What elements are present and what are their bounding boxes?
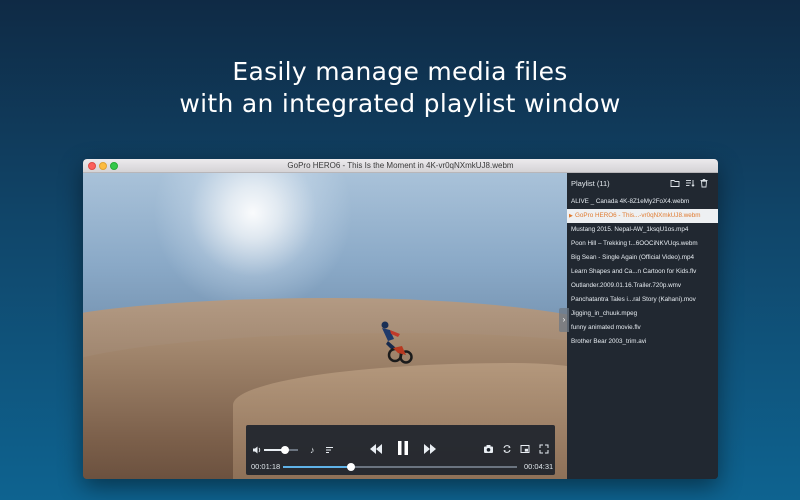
headline-line-2: with an integrated playlist window [179, 89, 621, 118]
playlist-item[interactable]: Learn Shapes and Ca...n Cartoon for Kids… [567, 265, 718, 279]
playlist-item[interactable]: Brother Bear 2003_trim.avi [567, 335, 718, 349]
speaker-icon[interactable] [252, 445, 262, 455]
motocross-rider [381, 321, 413, 364]
playlist-item-label: Learn Shapes and Ca...n Cartoon for Kids… [571, 268, 697, 275]
sort-icon[interactable] [685, 178, 695, 188]
repeat-icon[interactable] [502, 444, 512, 454]
playlist-item-label: Outlander.2009.01.16.Trailer.720p.wmv [571, 282, 682, 289]
video-frame[interactable]: ♪ 00:01:18 00:04:31 [83, 173, 567, 479]
playlist-panel: Playlist (11) ALIVE _ Canada 4K-8Z1eMy2F… [567, 173, 718, 479]
playlist-item[interactable]: funny animated movie.flv [567, 321, 718, 335]
pause-icon[interactable] [397, 440, 409, 456]
playlist-item-label: Jigging_in_chuuk.mpeg [571, 310, 638, 317]
playlist-item[interactable]: Outlander.2009.01.16.Trailer.720p.wmv [567, 279, 718, 293]
playlist-item[interactable]: ALIVE _ Canada 4K-8Z1eMy2FoX4.webm [567, 195, 718, 209]
subtitles-icon[interactable] [325, 445, 334, 455]
trash-icon[interactable] [699, 178, 709, 188]
playlist-item[interactable]: Mustang 2015. Nepal-AW_1ksqU1os.mp4 [567, 223, 718, 237]
current-time: 00:01:18 [251, 462, 281, 471]
playlist-item[interactable]: Panchatantra Tales i...ral Story (Kahani… [567, 293, 718, 307]
remaining-time: 00:04:31 [524, 462, 554, 471]
playlist-title: Playlist (11) [571, 179, 610, 188]
playlist-item[interactable]: Poon Hill – Trekking t...6OOCiNKVUqs.web… [567, 237, 718, 251]
title-bar[interactable]: GoPro HERO6 - This Is the Moment in 4K-v… [83, 159, 718, 173]
headline-line-1: Easily manage media files [232, 57, 568, 86]
playlist-item-label: Big Sean - Single Again (Official Video)… [571, 254, 694, 261]
player-window: GoPro HERO6 - This Is the Moment in 4K-v… [83, 159, 718, 479]
picture-in-picture-icon[interactable] [520, 444, 530, 454]
playlist-item-label: ALIVE _ Canada 4K-8Z1eMy2FoX4.webm [571, 198, 690, 205]
window-title: GoPro HERO6 - This Is the Moment in 4K-v… [287, 161, 514, 170]
playlist-items: ALIVE _ Canada 4K-8Z1eMy2FoX4.webm ▶ GoPro… [567, 195, 718, 349]
playlist-item-label: Mustang 2015. Nepal-AW_1ksqU1os.mp4 [571, 226, 689, 233]
fullscreen-icon[interactable] [539, 444, 549, 454]
video-sun-glow [153, 173, 353, 313]
playlist-item[interactable]: ▶ GoPro HERO6 - This...-vr0qNXmkUJ8.webm [567, 209, 718, 223]
playlist-item-label: Poon Hill – Trekking t...6OOCiNKVUqs.web… [571, 240, 698, 247]
playlist-item-label: GoPro HERO6 - This...-vr0qNXmkUJ8.webm [575, 212, 701, 219]
collapse-playlist-tab[interactable]: › [559, 308, 569, 332]
volume-knob[interactable] [281, 446, 290, 454]
playlist-item-label: funny animated movie.flv [571, 324, 641, 331]
playlist-item-label: Brother Bear 2003_trim.avi [571, 338, 647, 345]
playlist-header: Playlist (11) [567, 173, 718, 195]
folder-icon[interactable] [670, 178, 680, 188]
playlist-item-label: Panchatantra Tales i...ral Story (Kahani… [571, 296, 696, 303]
seek-knob[interactable] [346, 463, 355, 471]
camera-icon[interactable] [483, 444, 494, 454]
seek-fill [283, 466, 351, 468]
fast-forward-icon[interactable] [423, 443, 437, 455]
now-playing-marker-icon: ▶ [569, 213, 573, 219]
player-controls: ♪ 00:01:18 00:04:31 [246, 425, 555, 475]
playlist-item[interactable]: Big Sean - Single Again (Official Video)… [567, 251, 718, 265]
seek-bar[interactable] [283, 463, 517, 471]
music-note-icon[interactable]: ♪ [310, 445, 315, 455]
headline: Easily manage media files with an integr… [0, 56, 800, 120]
volume-slider[interactable] [264, 446, 298, 454]
rewind-icon[interactable] [369, 443, 383, 455]
playlist-item[interactable]: Jigging_in_chuuk.mpeg [567, 307, 718, 321]
